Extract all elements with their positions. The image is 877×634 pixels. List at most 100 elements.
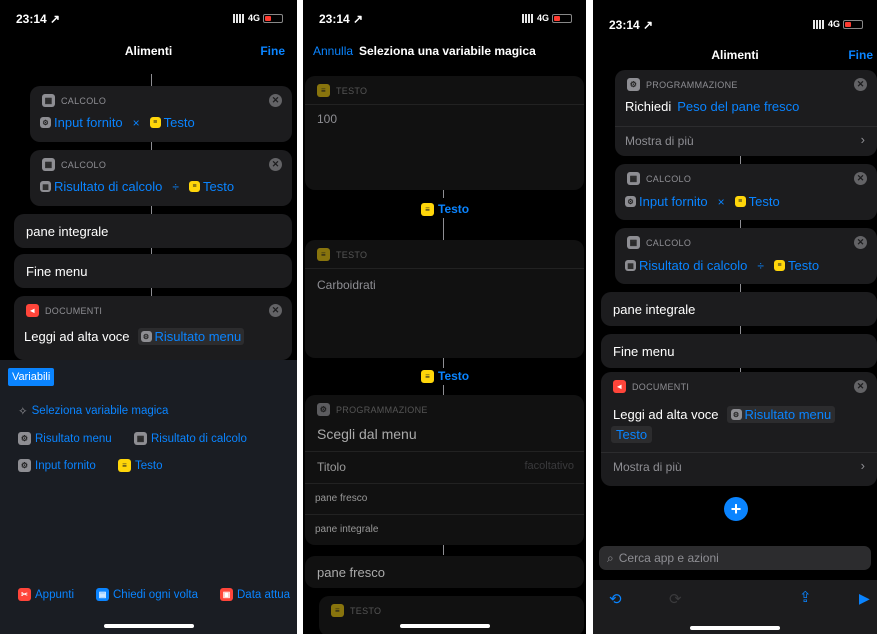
end-menu-block[interactable]: Fine menu [601, 334, 877, 368]
flow-connector [740, 284, 741, 292]
output-testo-1[interactable]: ≡ Testo [421, 202, 469, 216]
var-menu-result[interactable]: ⚙ Risultato menu [18, 432, 112, 445]
speak-card[interactable]: ◂ DOCUMENTI ✕ Leggi ad alta voce ⚙ Risult… [601, 372, 877, 486]
page-title: Alimenti [124, 44, 173, 58]
menu-result-token[interactable]: ⚙ Risultato menu [726, 406, 836, 423]
home-indicator [103, 624, 194, 628]
menu-card[interactable]: ⚙ PROGRAMMAZIONE Scegli dal menu Titolo … [305, 395, 584, 545]
text-value: 100 [317, 112, 338, 126]
undo-icon[interactable]: ⟲ [609, 590, 622, 608]
clipboard-icon: ✂ [18, 588, 31, 601]
menu-case-pane-integrale[interactable]: pane integrale [14, 214, 292, 248]
prompt-token[interactable]: Peso del pane fresco [677, 99, 799, 114]
calculator-icon: ▦ [40, 181, 51, 192]
output-testo-2[interactable]: ≡ Testo [421, 369, 469, 383]
var-ask-each-time[interactable]: ▤ Chiedi ogni volta [96, 588, 198, 601]
calc-card-1[interactable]: ▦ CALCOLO ✕ ⚙ Input fornito × ≡ Testo [615, 164, 877, 220]
text-value: Carboidrati [317, 278, 376, 292]
status-bar: 23:14 ↗ 4G [593, 0, 877, 36]
play-icon[interactable]: ▶ [859, 590, 870, 607]
select-magic-label: Seleziona variabile magica [31, 405, 169, 417]
operator[interactable]: × [718, 195, 725, 209]
add-action-button[interactable]: + [724, 497, 748, 521]
nav-bar: Alimenti Fine [593, 40, 877, 72]
result-token[interactable]: ▦ Risultato di calcolo [625, 258, 747, 273]
ask-row: Richiedi Peso del pane fresco [625, 99, 799, 114]
divider [615, 126, 877, 127]
chevron-right-icon: › [860, 458, 865, 473]
done-button[interactable]: Fine [260, 44, 285, 58]
text-icon: ≡ [317, 84, 330, 97]
card-header-label: CALCOLO [646, 173, 692, 184]
menu-result-token[interactable]: ⚙ Risultato menu [137, 328, 245, 345]
remove-action-button[interactable]: ✕ [269, 304, 282, 317]
ask-card[interactable]: ⚙ PROGRAMMAZIONE ✕ Richiedi Peso del pan… [615, 70, 877, 156]
menu-title-placeholder[interactable]: facoltativo [524, 460, 574, 472]
remove-action-button[interactable]: ✕ [854, 380, 867, 393]
card-header: ≡ TESTO [317, 248, 367, 261]
output-label: Testo [438, 202, 470, 216]
remove-action-button[interactable]: ✕ [269, 94, 282, 107]
done-button[interactable]: Fine [848, 48, 873, 62]
card-header-label: CALCOLO [61, 159, 107, 170]
network-label: 4G [827, 19, 840, 29]
select-magic-variable[interactable]: ✧ Seleziona variabile magica [18, 404, 168, 418]
calc-card-2[interactable]: ▦ CALCOLO ✕ ▦ Risultato di calcolo ÷ ≡ Tes… [30, 150, 292, 206]
signal-icon [521, 13, 534, 23]
card-header-label: DOCUMENTI [45, 305, 103, 316]
text-card-3[interactable]: ≡ TESTO [319, 596, 584, 634]
show-more[interactable]: Mostra di più [625, 134, 694, 148]
remove-action-button[interactable]: ✕ [854, 78, 867, 91]
card-header-label: TESTO [350, 605, 382, 616]
var-calc-result[interactable]: ▦ Risultato di calcolo [134, 432, 247, 445]
var-input[interactable]: ⚙ Input fornito [18, 459, 96, 472]
remove-action-button[interactable]: ✕ [269, 158, 282, 171]
card-header: ▦ CALCOLO [627, 236, 691, 249]
calc-row: ⚙ Input fornito × ≡ Testo [625, 194, 780, 209]
text-token[interactable]: ≡ Testo [734, 194, 780, 209]
battery-icon [263, 13, 283, 23]
text-token[interactable]: ≡ Testo [188, 179, 234, 194]
flow-connector [443, 545, 444, 555]
text-token[interactable]: ≡ Testo [773, 258, 819, 273]
text-token[interactable]: Testo [611, 426, 653, 443]
calculator-icon: ▦ [42, 158, 55, 171]
speak-card[interactable]: ◂ DOCUMENTI ✕ Leggi ad alta voce ⚙ Risult… [14, 296, 292, 360]
action-label: Leggi ad alta voce [24, 329, 130, 344]
share-icon[interactable]: ⇪ [799, 588, 812, 606]
var-label: Appunti [35, 588, 75, 601]
menu-case-pane-fresco[interactable]: pane fresco [305, 556, 584, 588]
variables-tab[interactable]: Variabili [8, 368, 55, 386]
text-token-label: Testo [748, 194, 780, 209]
menu-option[interactable]: pane integrale [315, 524, 378, 535]
calc-card-1[interactable]: ▦ CALCOLO ✕ ⚙ Input fornito × ≡ Testo [30, 86, 292, 142]
search-field[interactable]: ⌕ Cerca app e azioni [599, 546, 871, 570]
remove-action-button[interactable]: ✕ [854, 172, 867, 185]
redo-icon[interactable]: ⟳ [669, 590, 682, 608]
text-token[interactable]: ≡ Testo [149, 115, 195, 130]
show-more[interactable]: Mostra di più [613, 460, 682, 474]
menu-result-token-label: Risultato menu [744, 407, 832, 422]
flow-connector [443, 190, 444, 198]
input-token[interactable]: ⚙ Input fornito [40, 115, 123, 130]
menu-case-pane-integrale[interactable]: pane integrale [601, 292, 877, 326]
operator[interactable]: ÷ [757, 259, 764, 273]
end-menu-block[interactable]: Fine menu [14, 254, 292, 288]
var-text[interactable]: ≡ Testo [118, 459, 163, 472]
gear-icon: ⚙ [627, 78, 640, 91]
var-current-date[interactable]: ▣ Data attua [220, 588, 290, 601]
text-card-1[interactable]: ≡ TESTO 100 [305, 76, 584, 190]
token-line-2: Testo [611, 426, 653, 443]
text-card-2[interactable]: ≡ TESTO Carboidrati [305, 240, 584, 358]
var-clipboard[interactable]: ✂ Appunti [18, 588, 74, 601]
cancel-button[interactable]: Annulla [313, 44, 353, 58]
menu-option[interactable]: pane fresco [315, 493, 367, 504]
result-token[interactable]: ▦ Risultato di calcolo [40, 179, 162, 194]
card-header: ≡ TESTO [317, 84, 367, 97]
remove-action-button[interactable]: ✕ [854, 236, 867, 249]
operator[interactable]: × [133, 116, 140, 130]
operator[interactable]: ÷ [172, 180, 179, 194]
calc-card-2[interactable]: ▦ CALCOLO ✕ ▦ Risultato di calcolo ÷ ≡ Tes… [615, 228, 877, 284]
input-token[interactable]: ⚙ Input fornito [625, 194, 708, 209]
card-header: ◂ DOCUMENTI [613, 380, 689, 393]
